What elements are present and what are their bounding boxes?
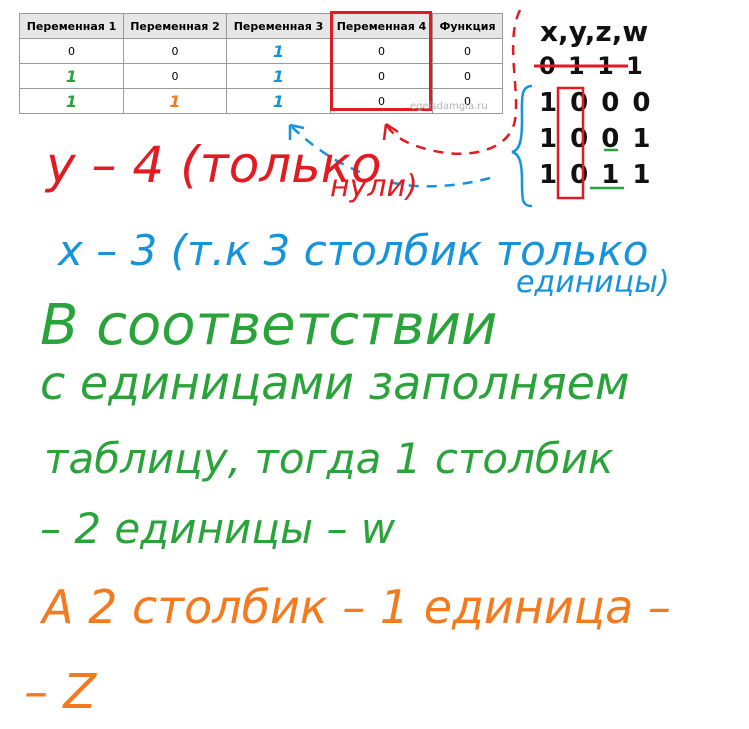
column-y-box (556, 86, 585, 200)
note-orange-line-2: – Z (24, 664, 97, 720)
note-red-cont: нули) (330, 169, 418, 204)
note-green-line-3: таблицу, тогда 1 столбик (44, 434, 614, 483)
note-green-line-4: – 2 единицы – w (40, 504, 396, 553)
dashed-arrow (384, 9, 522, 155)
note-green-line-2: с единицами заполняем (40, 356, 630, 410)
note-green-line-1: В соответствии (40, 293, 498, 358)
note-blue-line-2: единицы) (516, 265, 670, 300)
note-orange-line-1: A 2 столбик – 1 единица – (42, 580, 671, 634)
